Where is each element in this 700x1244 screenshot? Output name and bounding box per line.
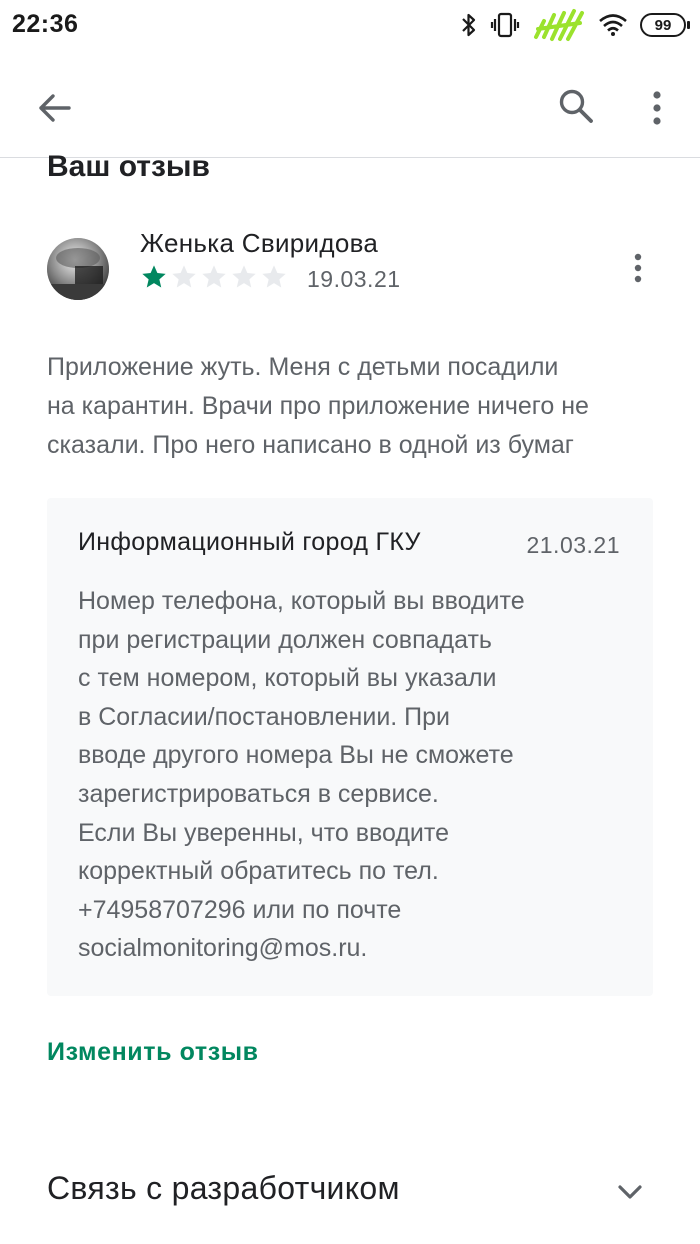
review-text[interactable]: Приложение жуть. Меня с детьми посадили …	[47, 348, 647, 468]
review-more-button[interactable]	[622, 246, 654, 290]
reply-author: Информационный город ГКУ	[78, 528, 421, 556]
review-date: 19.03.21	[307, 266, 401, 292]
wifi-icon	[598, 13, 628, 37]
more-options-button[interactable]	[630, 78, 684, 138]
app-bar	[0, 50, 700, 158]
battery-icon: 99	[640, 13, 690, 37]
vibrate-icon	[490, 12, 520, 38]
back-button[interactable]	[26, 80, 82, 136]
developer-reply: Информационный город ГКУ 21.03.21 Номер …	[47, 498, 653, 996]
contact-developer-title: Связь с разработчиком	[47, 1170, 400, 1206]
reviewer-name: Женька Свиридова	[140, 228, 379, 258]
status-bar: 22:36 99	[0, 0, 700, 50]
expand-button[interactable]	[608, 1172, 652, 1212]
status-time: 22:36	[12, 10, 79, 38]
chevron-down-icon	[618, 1185, 642, 1199]
search-icon	[559, 89, 593, 123]
avatar	[47, 238, 109, 300]
more-vert-icon	[653, 91, 661, 125]
star-empty-icon	[170, 262, 198, 292]
signal-icon	[532, 7, 586, 43]
search-button[interactable]	[548, 78, 604, 134]
star-empty-icon	[200, 262, 228, 292]
reply-date: 21.03.21	[526, 532, 620, 558]
star-empty-icon	[260, 262, 288, 292]
edit-review-button[interactable]: Изменить отзыв	[47, 1038, 259, 1067]
more-vert-icon	[634, 253, 642, 283]
section-title: Ваш отзыв	[47, 150, 210, 183]
bluetooth-icon	[460, 12, 478, 38]
contact-developer-row[interactable]: Связь с разработчиком	[0, 1150, 700, 1230]
reply-text: Номер телефона, который вы вводите при р…	[78, 587, 525, 963]
star-empty-icon	[230, 262, 258, 292]
status-icons: 99	[460, 6, 690, 44]
back-arrow-icon	[39, 94, 71, 122]
star-rating	[140, 262, 288, 292]
star-filled-icon	[140, 262, 168, 292]
